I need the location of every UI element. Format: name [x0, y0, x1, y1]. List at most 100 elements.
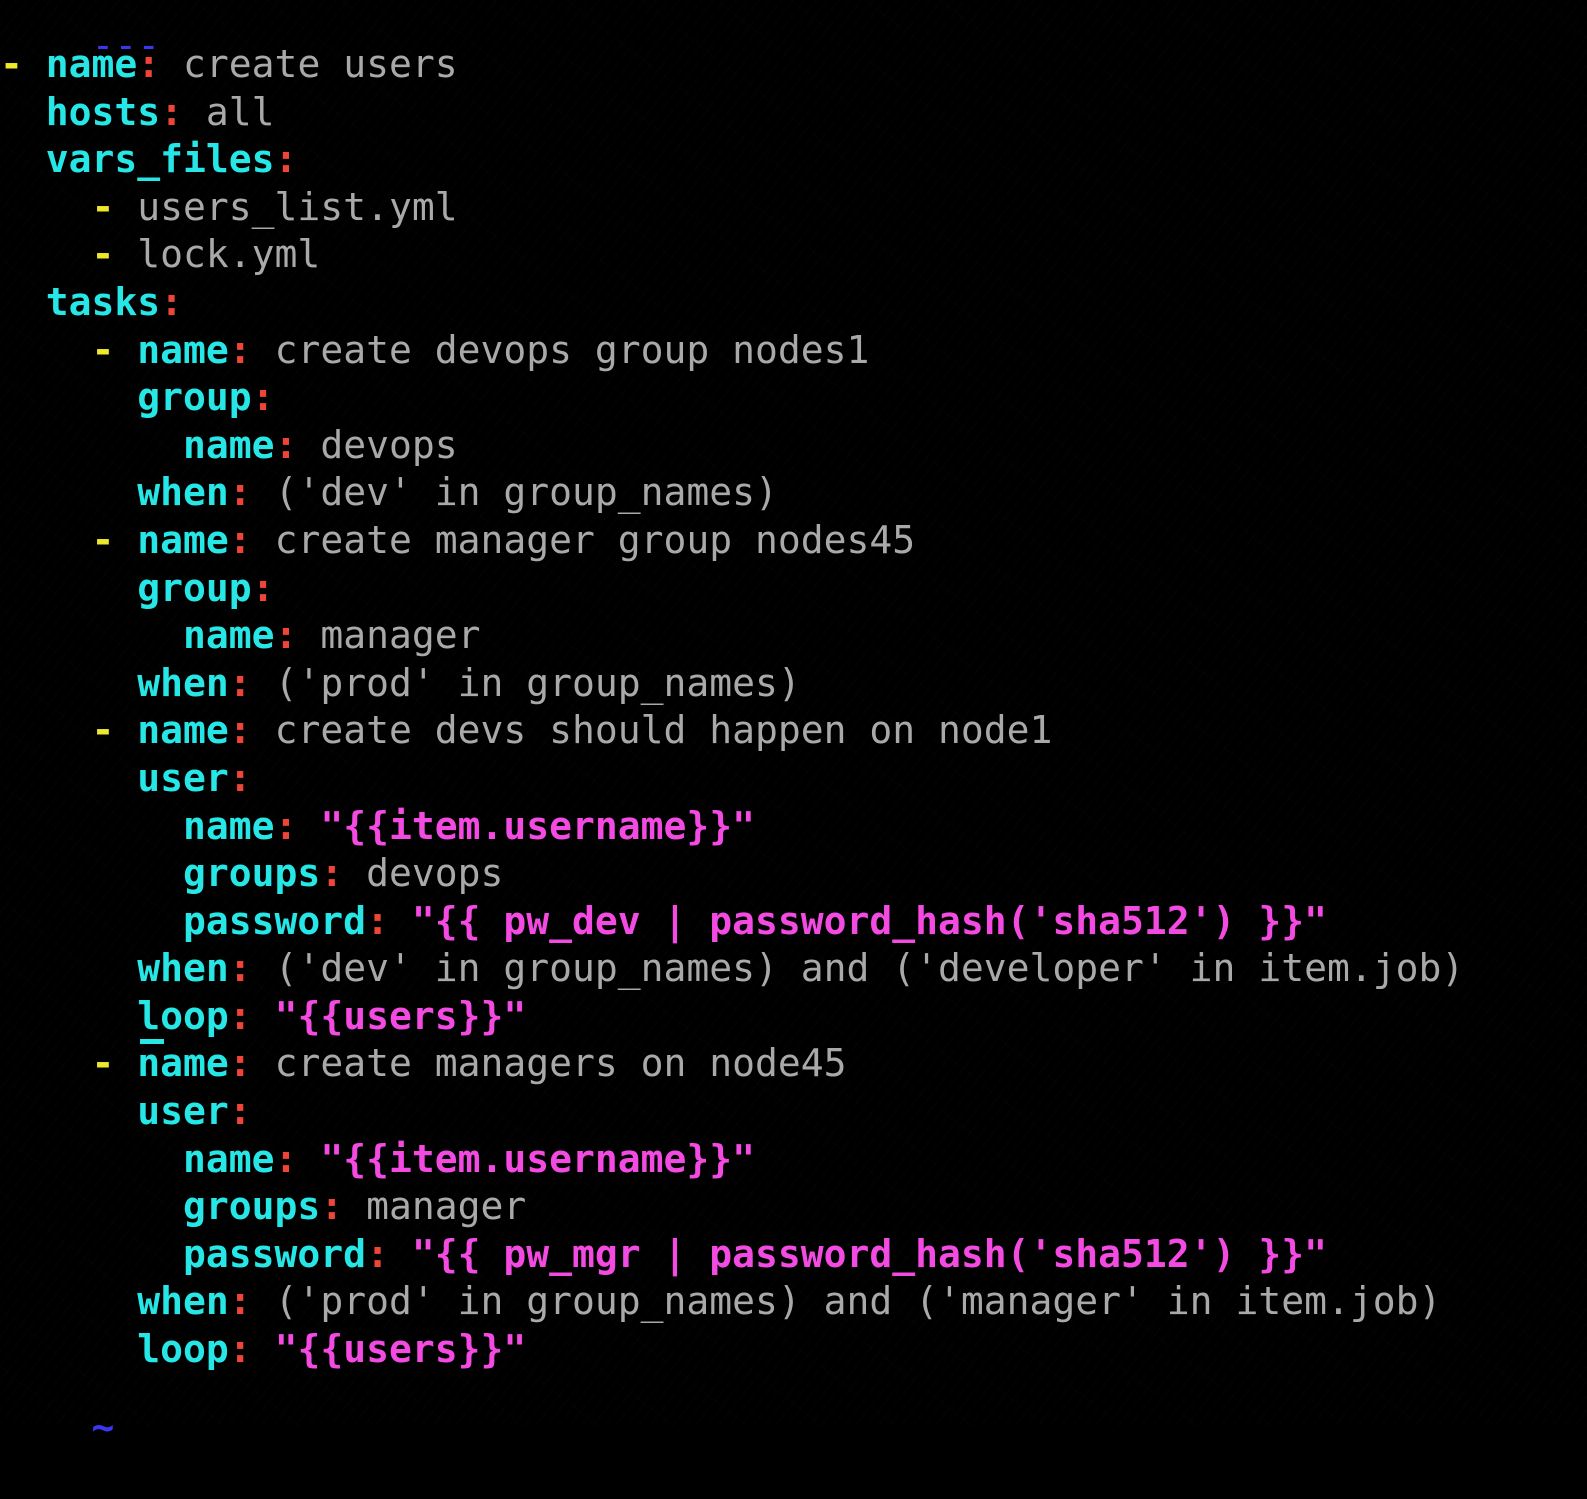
yaml-colon: : — [228, 755, 252, 800]
yaml-colon: : — [228, 993, 252, 1038]
yaml-key[interactable]: name — [137, 708, 229, 752]
yaml-value: devops — [297, 422, 458, 467]
yaml-line[interactable]: loop: "{{users}}" — [0, 993, 1464, 1041]
yaml-key[interactable]: user — [137, 756, 229, 800]
vim-empty-line-marker: ~ — [0, 1356, 115, 1449]
yaml-line[interactable]: groups: devops — [0, 850, 1464, 898]
list-dash-marker: - — [0, 42, 46, 86]
yaml-line[interactable]: groups: manager — [0, 1183, 1464, 1231]
yaml-key[interactable]: when — [137, 661, 229, 705]
yaml-line[interactable]: when: ('prod' in group_names) — [0, 660, 1464, 708]
yaml-key[interactable]: when — [137, 1279, 229, 1323]
yaml-key[interactable]: name — [137, 518, 229, 562]
yaml-line[interactable]: hosts: all — [0, 89, 1464, 137]
list-dash-marker: - — [91, 517, 138, 562]
yaml-line[interactable]: name: manager — [0, 612, 1464, 660]
yaml-line[interactable]: password: "{{ pw_dev | password_hash('sh… — [0, 898, 1464, 946]
yaml-line[interactable]: loop: "{{users}}" — [0, 1326, 1464, 1374]
yaml-line[interactable]: user: — [0, 755, 1464, 803]
yaml-string-value: "{{item.username}}" — [297, 1136, 755, 1181]
yaml-line[interactable]: - name: create users — [0, 41, 1464, 89]
yaml-key[interactable]: name — [183, 1137, 275, 1181]
yaml-line[interactable]: vars_files: — [0, 136, 1464, 184]
yaml-key[interactable]: name — [137, 1041, 229, 1085]
yaml-line[interactable]: when: ('prod' in group_names) and ('mana… — [0, 1278, 1464, 1326]
yaml-line[interactable]: - name: create managers on node45 — [0, 1040, 1464, 1088]
yaml-value: create managers on node45 — [251, 1041, 847, 1086]
yaml-line[interactable]: - lock.yml — [0, 231, 1464, 279]
yaml-value: manager — [297, 613, 481, 658]
yaml-key[interactable]: name — [183, 423, 275, 467]
yaml-value: create users — [160, 42, 458, 86]
yaml-value: manager — [343, 1184, 527, 1229]
yaml-key[interactable]: password — [183, 899, 366, 943]
yaml-colon: : — [228, 470, 252, 515]
yaml-line[interactable]: tasks: — [0, 279, 1464, 327]
yaml-line[interactable]: password: "{{ pw_mgr | password_hash('sh… — [0, 1231, 1464, 1279]
yaml-key[interactable]: loop — [137, 1327, 229, 1371]
yaml-line[interactable]: - name: create devs should happen on nod… — [0, 707, 1464, 755]
yaml-colon: : — [366, 898, 389, 943]
yaml-key[interactable]: vars_files — [46, 137, 275, 181]
yaml-key[interactable]: groups — [183, 1184, 320, 1228]
yaml-key[interactable]: name — [46, 42, 138, 86]
yaml-colon: : — [228, 660, 252, 705]
yaml-line[interactable]: group: — [0, 565, 1464, 613]
yaml-line[interactable]: name: "{{item.username}}" — [0, 1136, 1464, 1184]
yaml-line[interactable]: user: — [0, 1088, 1464, 1136]
yaml-value: create manager group nodes45 — [251, 517, 916, 562]
yaml-key[interactable]: name — [183, 613, 275, 657]
yaml-line[interactable]: name: "{{item.username}}" — [0, 803, 1464, 851]
yaml-key[interactable]: group — [137, 566, 251, 610]
yaml-line[interactable]: name: devops — [0, 422, 1464, 470]
yaml-key[interactable]: name — [137, 328, 229, 372]
yaml-key[interactable]: loop — [137, 994, 229, 1038]
yaml-key[interactable]: group — [137, 375, 251, 419]
yaml-value: ('prod' in group_names) — [251, 660, 801, 705]
yaml-colon: : — [228, 708, 252, 753]
yaml-colon: : — [137, 42, 161, 86]
yaml-colon: : — [274, 422, 298, 467]
yaml-key[interactable]: when — [137, 946, 229, 990]
list-dash-marker: - — [91, 327, 138, 372]
yaml-key[interactable]: password — [183, 1232, 366, 1276]
yaml-line[interactable]: when: ('dev' in group_names) — [0, 469, 1464, 517]
yaml-key[interactable]: name — [183, 804, 275, 848]
yaml-string-value: "{{item.username}}" — [297, 803, 755, 848]
yaml-value: devops — [343, 851, 504, 896]
yaml-value: create devops group nodes1 — [251, 327, 870, 372]
yaml-colon: : — [366, 1231, 389, 1276]
yaml-body: - name: create users hosts: all vars_fil… — [0, 41, 1464, 1374]
yaml-line[interactable]: group: — [0, 374, 1464, 422]
yaml-line[interactable]: - users_list.yml — [0, 184, 1464, 232]
yaml-key[interactable]: when — [137, 470, 229, 514]
yaml-string-value: "{{ pw_mgr | password_hash('sha512') }}" — [388, 1231, 1327, 1276]
yaml-key[interactable]: hosts — [46, 90, 160, 134]
yaml-string-value: "{{users}}" — [251, 993, 527, 1038]
yaml-line[interactable]: - name: create manager group nodes45 — [0, 517, 1464, 565]
yaml-key[interactable]: user — [137, 1089, 229, 1133]
yaml-line[interactable]: - name: create devops group nodes1 — [0, 327, 1464, 375]
yaml-colon: : — [228, 1089, 252, 1134]
yaml-value: lock.yml — [137, 232, 321, 277]
yaml-line[interactable]: when: ('dev' in group_names) and ('devel… — [0, 945, 1464, 993]
yaml-key[interactable]: tasks — [46, 280, 160, 324]
yaml-value: create devs should happen on node1 — [251, 708, 1053, 753]
yaml-colon: : — [274, 1136, 298, 1181]
yaml-colon: : — [228, 1041, 252, 1086]
yaml-value: ('dev' in group_names) and ('developer' … — [251, 946, 1465, 991]
tilde-icon: ~ — [91, 1404, 115, 1449]
terminal-screen[interactable]: - - - - name: create users hosts: all vars… — [0, 0, 1587, 1449]
yaml-key[interactable]: groups — [183, 851, 320, 895]
